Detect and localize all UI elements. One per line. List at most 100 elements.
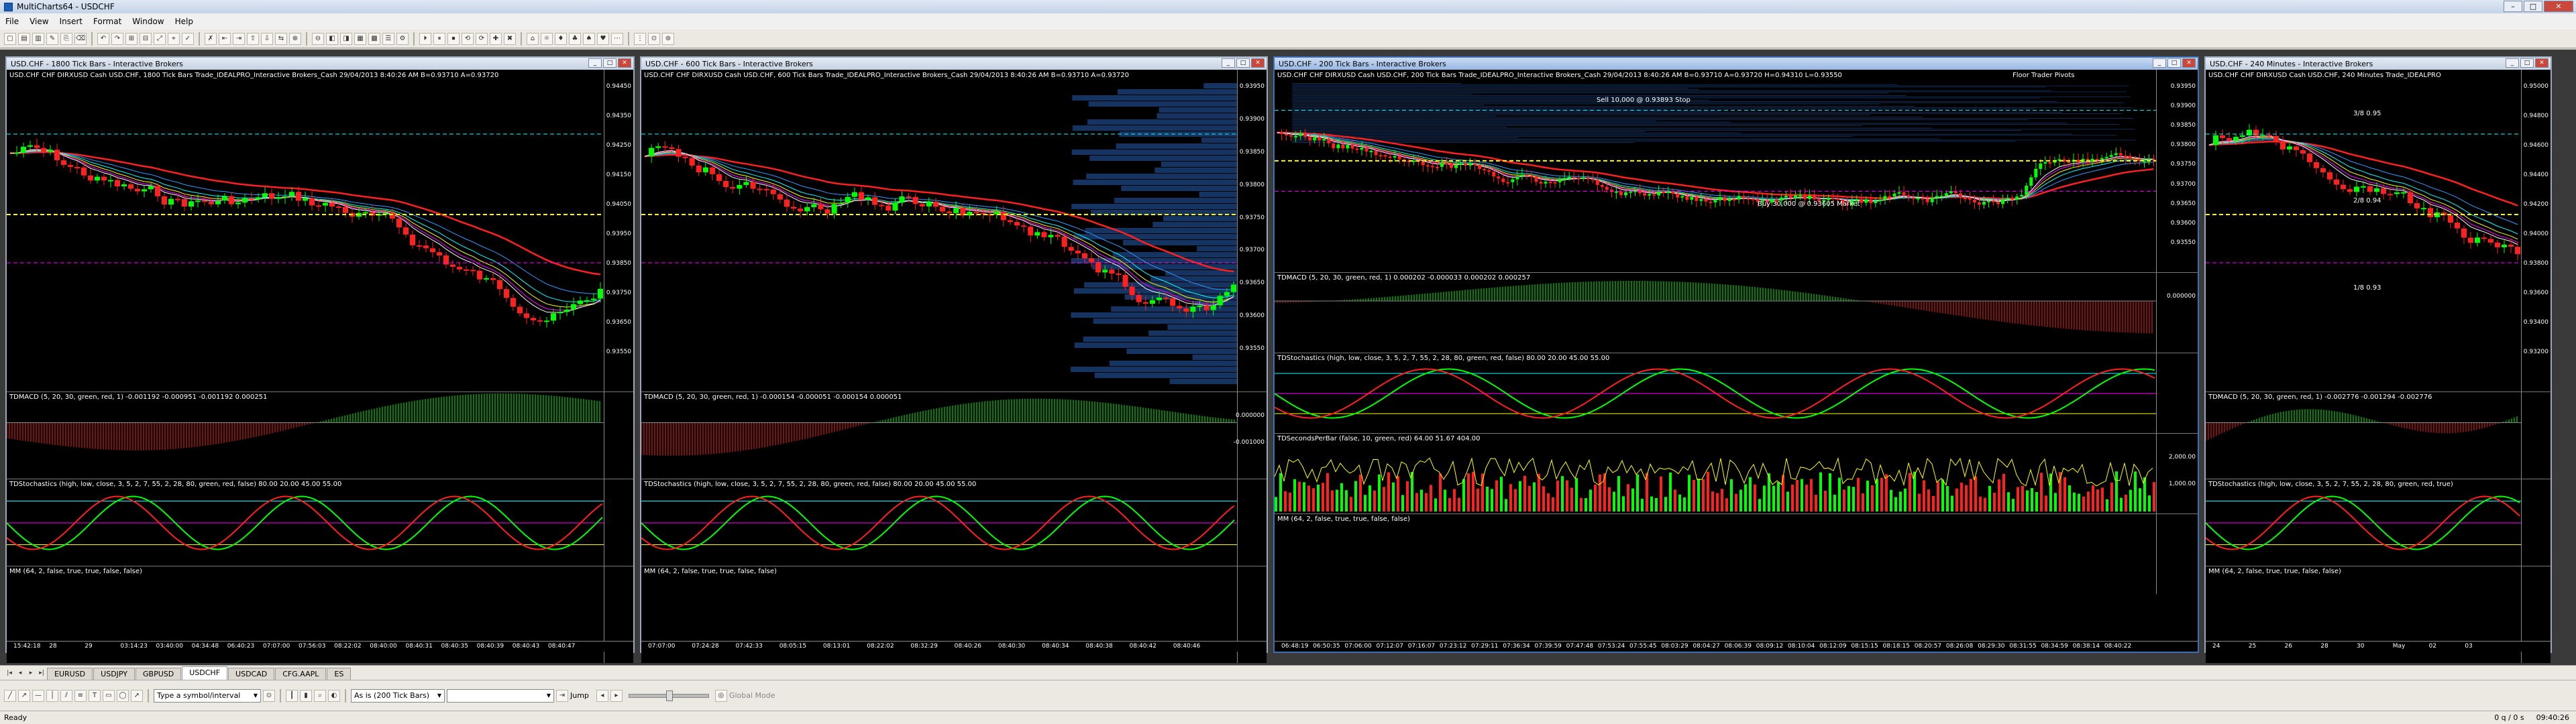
time-axis[interactable]: 07:07:00 07:24:28 07:42:33 08:05:15 08:13:01…: [641, 641, 1267, 652]
ungrid-icon[interactable]: ⊟: [140, 32, 152, 45]
stop-icon[interactable]: ⏹: [447, 32, 460, 45]
zoom-in-icon[interactable]: ⊕: [289, 32, 301, 45]
time-axis[interactable]: 24 25 26 28 30 May 02 03: [2206, 641, 2551, 652]
time-axis[interactable]: 15:42:18 28 29 03:14:23 03:40:00 04:34:48 06:4…: [7, 641, 633, 652]
global-mode-label[interactable]: Global Mode: [729, 691, 775, 700]
symbol-interval-input[interactable]: Type a symbol/interval ▼: [154, 688, 261, 703]
tab-usdcad[interactable]: USDCAD: [228, 668, 275, 680]
indicator-pane[interactable]: TDStochastics (high, low, close, 3, 5, 2…: [641, 479, 1267, 566]
reload-icon[interactable]: ⟳: [476, 32, 488, 45]
arrow-tool-icon[interactable]: ➚: [131, 689, 143, 702]
price-chart[interactable]: [7, 70, 604, 391]
chart-window-title[interactable]: USD.CHF - 240 Minutes - Interactive Brok…: [2206, 58, 2551, 70]
indicator-pane[interactable]: TDMACD (5, 20, 30, green, red, 1) -0.000…: [641, 391, 1267, 479]
hline-tool-icon[interactable]: —: [32, 689, 44, 702]
indicator-label[interactable]: TDStochastics (high, low, close, 3, 5, 2…: [9, 481, 341, 488]
cursor-icon[interactable]: ⌖: [168, 32, 180, 45]
jump-label[interactable]: Jump: [570, 691, 589, 700]
tab-eurusd[interactable]: EURUSD: [47, 668, 93, 680]
tab-usdjpy[interactable]: USDJPY: [93, 668, 136, 680]
chart-minimize-button[interactable]: _: [2506, 58, 2519, 68]
fit-icon[interactable]: ⤢: [154, 32, 166, 45]
indicator-scale[interactable]: 2,000.00 1,000.00: [2156, 434, 2198, 514]
chart-maximize-button[interactable]: □: [2520, 58, 2534, 68]
price-scale[interactable]: 0.93950 0.93900 0.93850 0.93800 0.93750 0.937…: [1237, 70, 1267, 391]
scroll-left-icon[interactable]: ◂: [596, 689, 608, 702]
tab-gbpusd[interactable]: GBPUSD: [136, 668, 182, 680]
color-icon[interactable]: ◐: [328, 689, 340, 702]
home-icon[interactable]: ⌂: [527, 32, 539, 45]
indicator-label[interactable]: TDStochastics (high, low, close, 3, 5, 2…: [644, 481, 976, 488]
indicator-pane[interactable]: TDMACD (5, 20, 30, green, red, 1) -0.002…: [2206, 391, 2551, 479]
indicator-pane[interactable]: TDMACD (5, 20, 30, green, red, 1) -0.001…: [7, 391, 633, 479]
cancel-icon[interactable]: ✗: [205, 32, 217, 45]
chart-close-button[interactable]: ✕: [1251, 58, 1265, 68]
indicator-label[interactable]: MM (64, 2, false, true, true, false, fal…: [1277, 516, 1410, 523]
menu-file[interactable]: File: [5, 17, 19, 26]
chart-minimize-button[interactable]: _: [2153, 58, 2166, 68]
indicator-label[interactable]: MM (64, 2, false, true, true, false, fal…: [644, 568, 777, 575]
chart-close-button[interactable]: ✕: [2535, 58, 2548, 68]
indicator-label[interactable]: TDSecondsPerBar (false, 10, green, red) …: [1277, 435, 1480, 442]
time-axis[interactable]: 06:48:19 06:50:35 07:06:00 07:12:07 07:16:07…: [1275, 641, 2198, 652]
chart-maximize-button[interactable]: □: [603, 58, 616, 68]
indicator-pane[interactable]: TDStochastics (high, low, close, 3, 5, 2…: [2206, 479, 2551, 566]
price-scale[interactable]: 0.95000 0.94800 0.94600 0.94400 0.94200 0.940…: [2521, 70, 2551, 391]
chart-window-title[interactable]: USD.CHF - 1800 Tick Bars - Interactive B…: [7, 58, 633, 70]
tab-usdchf[interactable]: USDCHF: [182, 666, 228, 680]
close-button[interactable]: ✕: [2544, 1, 2573, 12]
interval-select[interactable]: As is (200 Tick Bars) ▼: [351, 688, 445, 703]
zoom-slider[interactable]: [628, 690, 709, 701]
undo-icon[interactable]: ↶: [97, 32, 109, 45]
price-pane[interactable]: USD.CHF CHF DIRXUSD Cash USD.CHF, 240 Mi…: [2206, 70, 2551, 391]
price-pane[interactable]: USD.CHF CHF DIRXUSD Cash USD.CHF, 200 Ti…: [1275, 70, 2198, 272]
add-icon[interactable]: ✚: [490, 32, 502, 45]
chart-window-600-tick[interactable]: USD.CHF - 600 Tick Bars - Interactive Br…: [640, 56, 1268, 663]
chart-minimize-button[interactable]: _: [588, 58, 602, 68]
first-icon[interactable]: ⇤: [219, 32, 231, 45]
go-icon[interactable]: ⊙: [263, 689, 275, 702]
chart-minimize-button[interactable]: _: [1222, 58, 1235, 68]
copy-icon[interactable]: ⎘: [60, 32, 72, 45]
indicator-scale[interactable]: [604, 479, 633, 566]
indicator-scale[interactable]: 0.000000 -0.001000: [1234, 392, 1267, 479]
indicator-scale[interactable]: [2521, 392, 2551, 479]
zoom-out-icon[interactable]: ⊖: [312, 32, 324, 45]
matrix-icon[interactable]: ▩: [368, 32, 380, 45]
spade-icon[interactable]: ♠: [583, 32, 595, 45]
left-pane-icon[interactable]: ◧: [326, 32, 338, 45]
chevron-down-icon[interactable]: ▼: [254, 690, 258, 702]
redo-icon[interactable]: ↷: [111, 32, 123, 45]
chart-window-title[interactable]: USD.CHF - 200 Tick Bars - Interactive Br…: [1275, 58, 2198, 70]
zoom-slider-handle[interactable]: [665, 690, 673, 701]
ellipse-tool-icon[interactable]: ◯: [117, 689, 129, 702]
settings-icon[interactable]: ⚙: [396, 32, 409, 45]
price-chart[interactable]: [2206, 70, 2521, 391]
target-icon[interactable]: ⊙: [648, 32, 660, 45]
indicator-label[interactable]: MM (64, 2, false, true, true, false, fal…: [9, 568, 142, 575]
date-select[interactable]: ▼: [447, 688, 554, 703]
scroll-right-icon[interactable]: ▸: [610, 689, 623, 702]
chart-maximize-button[interactable]: □: [2167, 58, 2181, 68]
list-icon[interactable]: ☰: [382, 32, 394, 45]
save-icon[interactable]: ▥: [32, 32, 44, 45]
tab-first-icon[interactable]: |◂: [5, 668, 14, 678]
indicator-scale[interactable]: [2156, 514, 2198, 594]
swap-icon[interactable]: ⇆: [275, 32, 287, 45]
price-chart[interactable]: [1275, 70, 2156, 272]
indicator-pane[interactable]: TDSecondsPerBar (false, 10, green, red) …: [1275, 433, 2198, 514]
price-pane[interactable]: USD.CHF CHF DIRXUSD Cash USD.CHF, 600 Ti…: [641, 70, 1267, 391]
vline-tool-icon[interactable]: │: [46, 689, 58, 702]
refresh-icon[interactable]: ⟲: [462, 32, 474, 45]
fib-tool-icon[interactable]: ≡: [74, 689, 87, 702]
text-tool-icon[interactable]: T: [89, 689, 101, 702]
candle-style-icon[interactable]: ▮: [300, 689, 312, 702]
indicator-scale[interactable]: 0.000000: [2156, 273, 2198, 353]
sun-icon[interactable]: ☼: [541, 32, 553, 45]
minimize-button[interactable]: –: [2504, 1, 2522, 12]
zoom-icon[interactable]: ⌕: [314, 689, 326, 702]
play-icon[interactable]: ⏵: [419, 32, 431, 45]
indicator-pane[interactable]: TDMACD (5, 20, 30, green, red, 1) 0.0002…: [1275, 272, 2198, 353]
global-mode-icon[interactable]: ◎: [714, 689, 727, 702]
indicator-label[interactable]: MM (64, 2, false, true, true, false, fal…: [2208, 568, 2341, 575]
